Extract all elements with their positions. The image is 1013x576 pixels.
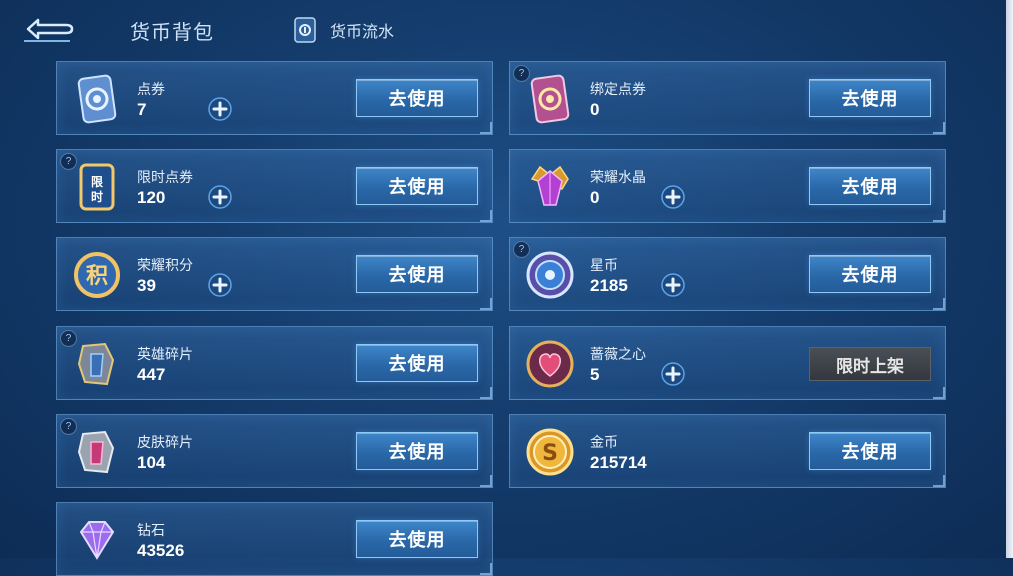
- card-corner-accent: [933, 122, 945, 134]
- flow-record-icon: [294, 17, 316, 43]
- plus-icon: [208, 185, 232, 209]
- currency-amount: 215714: [590, 453, 647, 472]
- card-corner-accent: [480, 298, 492, 310]
- add-currency-button[interactable]: [207, 272, 233, 298]
- currency-amount: 447: [137, 365, 166, 384]
- help-icon[interactable]: ?: [513, 65, 530, 82]
- currency-name: 绑定点券: [590, 81, 646, 97]
- currency-name: 金币: [590, 434, 618, 450]
- add-currency-button[interactable]: [660, 184, 686, 210]
- currency-card: 皮肤碎片 104? 去使用: [56, 414, 493, 488]
- help-icon[interactable]: ?: [60, 418, 77, 435]
- add-currency-button[interactable]: [660, 361, 686, 387]
- use-button[interactable]: 去使用: [809, 255, 931, 293]
- currency-amount: 104: [137, 453, 166, 472]
- card-corner-accent: [933, 298, 945, 310]
- right-edge-strip: [1006, 0, 1013, 558]
- use-button[interactable]: 去使用: [356, 255, 478, 293]
- glory-points-icon: 积: [69, 247, 125, 303]
- use-button[interactable]: 去使用: [809, 79, 931, 117]
- currency-card: S 金币 215714 去使用: [509, 414, 946, 488]
- currency-amount: 43526: [137, 541, 185, 560]
- use-button[interactable]: 去使用: [809, 167, 931, 205]
- skin-fragment-icon: [69, 424, 125, 480]
- currency-card: 限时限时点券 120? 去使用: [56, 149, 493, 223]
- card-corner-accent: [933, 475, 945, 487]
- diamond-icon: [69, 512, 125, 568]
- currency-amount: 7: [137, 100, 147, 119]
- svg-text:时: 时: [91, 189, 103, 204]
- currency-name: 皮肤碎片: [137, 434, 193, 450]
- svg-text:积: 积: [86, 264, 108, 289]
- currency-amount: 0: [590, 188, 600, 207]
- rose-heart-icon: [522, 336, 578, 392]
- currency-card: 英雄碎片 447? 去使用: [56, 326, 493, 400]
- use-button[interactable]: 去使用: [356, 432, 478, 470]
- bound-voucher-icon: [522, 71, 578, 127]
- add-currency-button[interactable]: [207, 184, 233, 210]
- currency-amount: 0: [590, 100, 600, 119]
- card-corner-accent: [480, 122, 492, 134]
- limited-voucher-icon: 限时: [69, 159, 125, 215]
- card-corner-accent: [933, 210, 945, 222]
- currency-card: 点券 7 去使用: [56, 61, 493, 135]
- currency-name: 限时点券: [137, 169, 193, 185]
- currency-card: 绑定点券 0? 去使用: [509, 61, 946, 135]
- currency-name: 星币: [590, 257, 618, 273]
- back-button[interactable]: [22, 14, 74, 44]
- plus-icon: [208, 97, 232, 121]
- currency-card: 荣耀水晶 0 去使用: [509, 149, 946, 223]
- card-corner-accent: [933, 387, 945, 399]
- plus-icon: [208, 273, 232, 297]
- currency-name: 蔷薇之心: [590, 346, 646, 362]
- use-button[interactable]: 去使用: [356, 344, 478, 382]
- currency-amount: 120: [137, 188, 166, 207]
- use-button[interactable]: 去使用: [356, 79, 478, 117]
- plus-icon: [661, 185, 685, 209]
- card-corner-accent: [480, 475, 492, 487]
- glory-crystal-icon: [522, 159, 578, 215]
- currency-card: 积 荣耀积分 39 去使用: [56, 237, 493, 311]
- currency-flow-link[interactable]: 货币流水: [292, 16, 394, 44]
- use-button[interactable]: 去使用: [809, 432, 931, 470]
- currency-card: 钻石 43526 去使用: [56, 502, 493, 576]
- add-currency-button[interactable]: [660, 272, 686, 298]
- gold-coin-icon: S: [522, 424, 578, 480]
- plus-icon: [661, 362, 685, 386]
- use-button[interactable]: 去使用: [356, 520, 478, 558]
- currency-name: 荣耀水晶: [590, 169, 646, 185]
- hero-fragment-icon: [69, 336, 125, 392]
- limited-listing-button[interactable]: 限时上架: [809, 347, 931, 381]
- add-currency-button[interactable]: [207, 96, 233, 122]
- page-title: 货币背包: [130, 22, 214, 44]
- card-corner-accent: [480, 210, 492, 222]
- help-icon[interactable]: ?: [513, 241, 530, 258]
- svg-text:S: S: [542, 441, 558, 466]
- currency-card: 蔷薇之心 5 限时上架: [509, 326, 946, 400]
- currency-name: 英雄碎片: [137, 346, 193, 362]
- back-arrow-icon: [24, 18, 74, 42]
- currency-card: 星币 2185? 去使用: [509, 237, 946, 311]
- help-icon[interactable]: ?: [60, 330, 77, 347]
- svg-text:限: 限: [91, 174, 103, 189]
- voucher-icon: [69, 71, 125, 127]
- currency-name: 荣耀积分: [137, 257, 193, 273]
- currency-amount: 2185: [590, 276, 628, 295]
- use-button[interactable]: 去使用: [356, 167, 478, 205]
- currency-name: 钻石: [137, 522, 165, 538]
- currency-name: 点券: [137, 81, 165, 97]
- currency-amount: 5: [590, 365, 600, 384]
- star-coin-icon: [522, 247, 578, 303]
- plus-icon: [661, 273, 685, 297]
- help-icon[interactable]: ?: [60, 153, 77, 170]
- currency-amount: 39: [137, 276, 156, 295]
- card-corner-accent: [480, 387, 492, 399]
- card-corner-accent: [480, 563, 492, 575]
- currency-flow-label: 货币流水: [330, 24, 395, 41]
